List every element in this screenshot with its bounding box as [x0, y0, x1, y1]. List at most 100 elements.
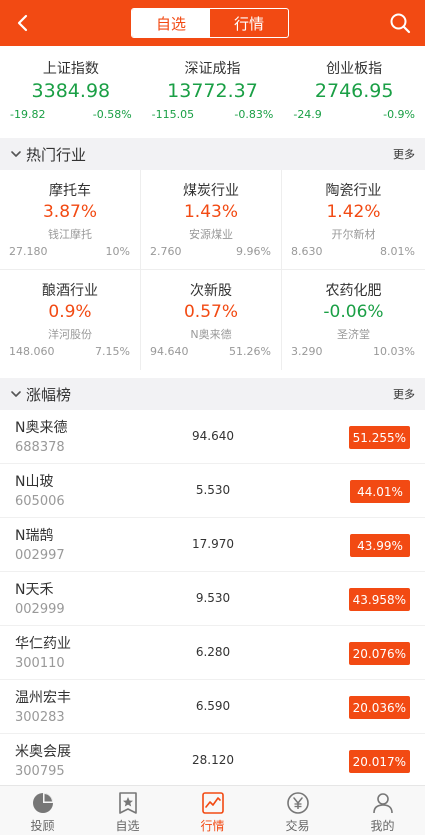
stock-name: 米奥会展	[15, 744, 71, 760]
stock-code: 300110	[15, 656, 65, 671]
industry-name: 酿酒行业	[42, 283, 98, 299]
stock-name: N天禾	[15, 582, 54, 598]
tab-market[interactable]: 行情	[210, 9, 288, 37]
leading-stock: N奥来德	[190, 328, 232, 341]
tab-watchlist-bottom[interactable]: 自选	[85, 786, 170, 835]
stock-price: 6.590	[195, 699, 231, 713]
index-card-shanghai[interactable]: 上证指数 3384.98 -19.82 -0.58%	[0, 46, 142, 138]
search-icon	[390, 13, 411, 34]
table-row[interactable]: N瑞鹄 002997 17.970 43.99%	[0, 518, 425, 572]
industry-percent: -0.06%	[323, 302, 384, 322]
stock-name: N山玻	[15, 474, 54, 490]
index-card-chinext[interactable]: 创业板指 2746.95 -24.9 -0.9%	[283, 46, 425, 138]
stock-name: 华仁药业	[15, 636, 71, 652]
tab-market-bottom[interactable]: 行情	[170, 786, 255, 835]
leading-stock-percent: 10%	[105, 245, 130, 258]
stock-code: 002997	[15, 548, 65, 563]
leading-stock-percent: 8.01%	[380, 245, 415, 258]
leading-stock-percent: 9.96%	[236, 245, 271, 258]
table-row[interactable]: N山玻 605006 5.530 44.01%	[0, 464, 425, 518]
gainers-list: N奥来德 688378 94.640 51.255% N山玻 605006 5.…	[0, 410, 425, 788]
yen-coin-icon	[286, 792, 309, 814]
industry-name: 摩托车	[49, 183, 91, 199]
industry-cell[interactable]: 农药化肥 -0.06% 圣济堂 3.290 10.03%	[282, 270, 425, 370]
industry-name: 陶瓷行业	[325, 183, 382, 199]
more-link[interactable]: 更多	[393, 146, 415, 162]
tab-label: 自选	[115, 819, 140, 833]
table-row[interactable]: N天禾 002999 9.530 43.958%	[0, 572, 425, 626]
change-badge: 20.076%	[348, 642, 410, 665]
more-link[interactable]: 更多	[393, 386, 415, 402]
tab-advisor[interactable]: 投顾	[0, 786, 85, 835]
change-badge: 43.99%	[350, 534, 410, 557]
table-row[interactable]: 米奥会展 300795 28.120 20.017%	[0, 734, 425, 788]
chevron-down-icon	[11, 391, 21, 397]
tab-label: 行情	[200, 819, 225, 833]
industry-cell[interactable]: 煤炭行业 1.43% 安源煤业 2.760 9.96%	[141, 170, 282, 270]
trend-chart-icon	[201, 792, 224, 814]
stock-code: 688378	[15, 440, 65, 455]
star-bookmark-icon	[118, 792, 137, 814]
stock-price: 9.530	[195, 591, 231, 605]
industry-name: 次新股	[190, 283, 232, 299]
leading-stock-price: 8.630	[291, 245, 323, 258]
tab-watchlist[interactable]: 自选	[132, 9, 210, 37]
change-badge: 43.958%	[348, 588, 410, 611]
leading-stock-price: 3.290	[291, 345, 323, 358]
stock-price: 5.530	[195, 483, 231, 497]
stock-price: 94.640	[192, 429, 234, 443]
stock-code: 605006	[15, 494, 65, 509]
leading-stock: 钱江摩托	[48, 228, 92, 241]
table-row[interactable]: 温州宏丰 300283 6.590 20.036%	[0, 680, 425, 734]
market-indices: 上证指数 3384.98 -19.82 -0.58% 深证成指 13772.37…	[0, 46, 425, 138]
table-row[interactable]: N奥来德 688378 94.640 51.255%	[0, 410, 425, 464]
change-badge: 20.017%	[348, 750, 410, 773]
index-percent: -0.9%	[383, 108, 416, 121]
index-value: 2746.95	[314, 80, 394, 102]
index-change: -19.82	[10, 108, 46, 121]
industry-percent: 1.42%	[326, 202, 381, 222]
stock-name: N瑞鹄	[15, 528, 54, 544]
industry-percent: 3.87%	[42, 202, 97, 222]
stock-code: 300795	[15, 764, 65, 779]
section-header-gainers[interactable]: 涨幅榜 更多	[0, 378, 425, 410]
leading-stock: 开尔新材	[331, 228, 376, 241]
index-name: 创业板指	[326, 61, 383, 77]
stock-price: 28.120	[192, 753, 234, 767]
tab-profile[interactable]: 我的	[340, 786, 425, 835]
leading-stock: 安源煤业	[189, 228, 233, 241]
table-row[interactable]: 华仁药业 300110 6.280 20.076%	[0, 626, 425, 680]
tab-trade[interactable]: 交易	[255, 786, 340, 835]
industry-name: 农药化肥	[325, 283, 382, 299]
index-change: -24.9	[293, 108, 322, 121]
index-card-shenzhen[interactable]: 深证成指 13772.37 -115.05 -0.83%	[142, 46, 284, 138]
index-percent: -0.83%	[234, 108, 274, 121]
stock-code: 300283	[15, 710, 65, 725]
industry-name: 煤炭行业	[183, 183, 239, 199]
industry-percent: 1.43%	[183, 202, 238, 222]
leading-stock-percent: 7.15%	[95, 345, 130, 358]
back-button[interactable]	[10, 10, 36, 36]
index-name: 深证成指	[184, 61, 241, 77]
leading-stock-percent: 10.03%	[373, 345, 415, 358]
top-navbar: 自选 行情	[0, 0, 425, 46]
industry-grid: 摩托车 3.87% 钱江摩托 27.180 10% 煤炭行业 1.43% 安源煤…	[0, 170, 425, 370]
section-header-hot-industries[interactable]: 热门行业 更多	[0, 138, 425, 170]
industry-cell[interactable]: 次新股 0.57% N奥来德 94.640 51.26%	[141, 270, 282, 370]
tab-label: 交易	[285, 819, 310, 833]
industry-cell[interactable]: 陶瓷行业 1.42% 开尔新材 8.630 8.01%	[282, 170, 425, 270]
leading-stock-price: 27.180	[9, 245, 48, 258]
index-value: 13772.37	[167, 80, 258, 102]
tab-label: 投顾	[30, 819, 55, 833]
section-title: 涨幅榜	[26, 385, 72, 404]
industry-percent: 0.9%	[48, 302, 92, 322]
segmented-tabs: 自选 行情	[131, 8, 289, 38]
index-value: 3384.98	[31, 80, 111, 102]
leading-stock: 洋河股份	[48, 328, 92, 341]
index-name: 上证指数	[42, 61, 99, 77]
stock-name: 温州宏丰	[15, 690, 71, 706]
stock-price: 6.280	[195, 645, 231, 659]
industry-cell[interactable]: 摩托车 3.87% 钱江摩托 27.180 10%	[0, 170, 141, 270]
industry-cell[interactable]: 酿酒行业 0.9% 洋河股份 148.060 7.15%	[0, 270, 141, 370]
search-button[interactable]	[389, 12, 411, 34]
